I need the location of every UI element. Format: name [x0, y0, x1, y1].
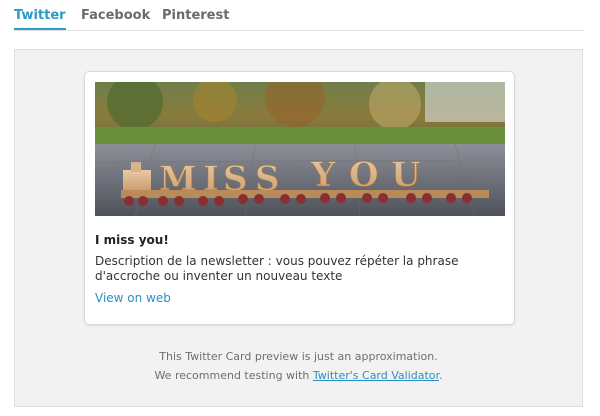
tab-facebook[interactable]: Facebook — [81, 8, 150, 28]
svg-text:O: O — [349, 155, 379, 195]
twitter-card-preview-panel: M I S S Y O U I miss you! Description de… — [14, 49, 583, 407]
card-validator-link[interactable]: Twitter's Card Validator — [313, 369, 439, 382]
card-description: Description de la newsletter : vous pouv… — [95, 254, 459, 283]
view-on-web-link[interactable]: View on web — [95, 291, 171, 305]
twitter-card: M I S S Y O U I miss you! Description de… — [84, 71, 515, 325]
card-image: M I S S Y O U — [95, 82, 505, 216]
preview-tabs: Twitter Facebook Pinterest — [14, 0, 584, 31]
svg-text:U: U — [391, 155, 421, 195]
tab-twitter[interactable]: Twitter — [14, 8, 66, 30]
disclaimer-prefix: We recommend testing with — [154, 369, 313, 382]
svg-text:Y: Y — [310, 155, 336, 195]
disclaimer-line-1: This Twitter Card preview is just an app… — [159, 350, 438, 363]
disclaimer-suffix: . — [439, 369, 443, 382]
disclaimer-line-2: We recommend testing with Twitter's Card… — [15, 366, 582, 385]
card-title: I miss you! — [95, 233, 169, 247]
toy-train-photo: M I S S Y O U — [95, 82, 505, 216]
tab-pinterest[interactable]: Pinterest — [162, 8, 229, 28]
preview-disclaimer: This Twitter Card preview is just an app… — [15, 347, 582, 385]
